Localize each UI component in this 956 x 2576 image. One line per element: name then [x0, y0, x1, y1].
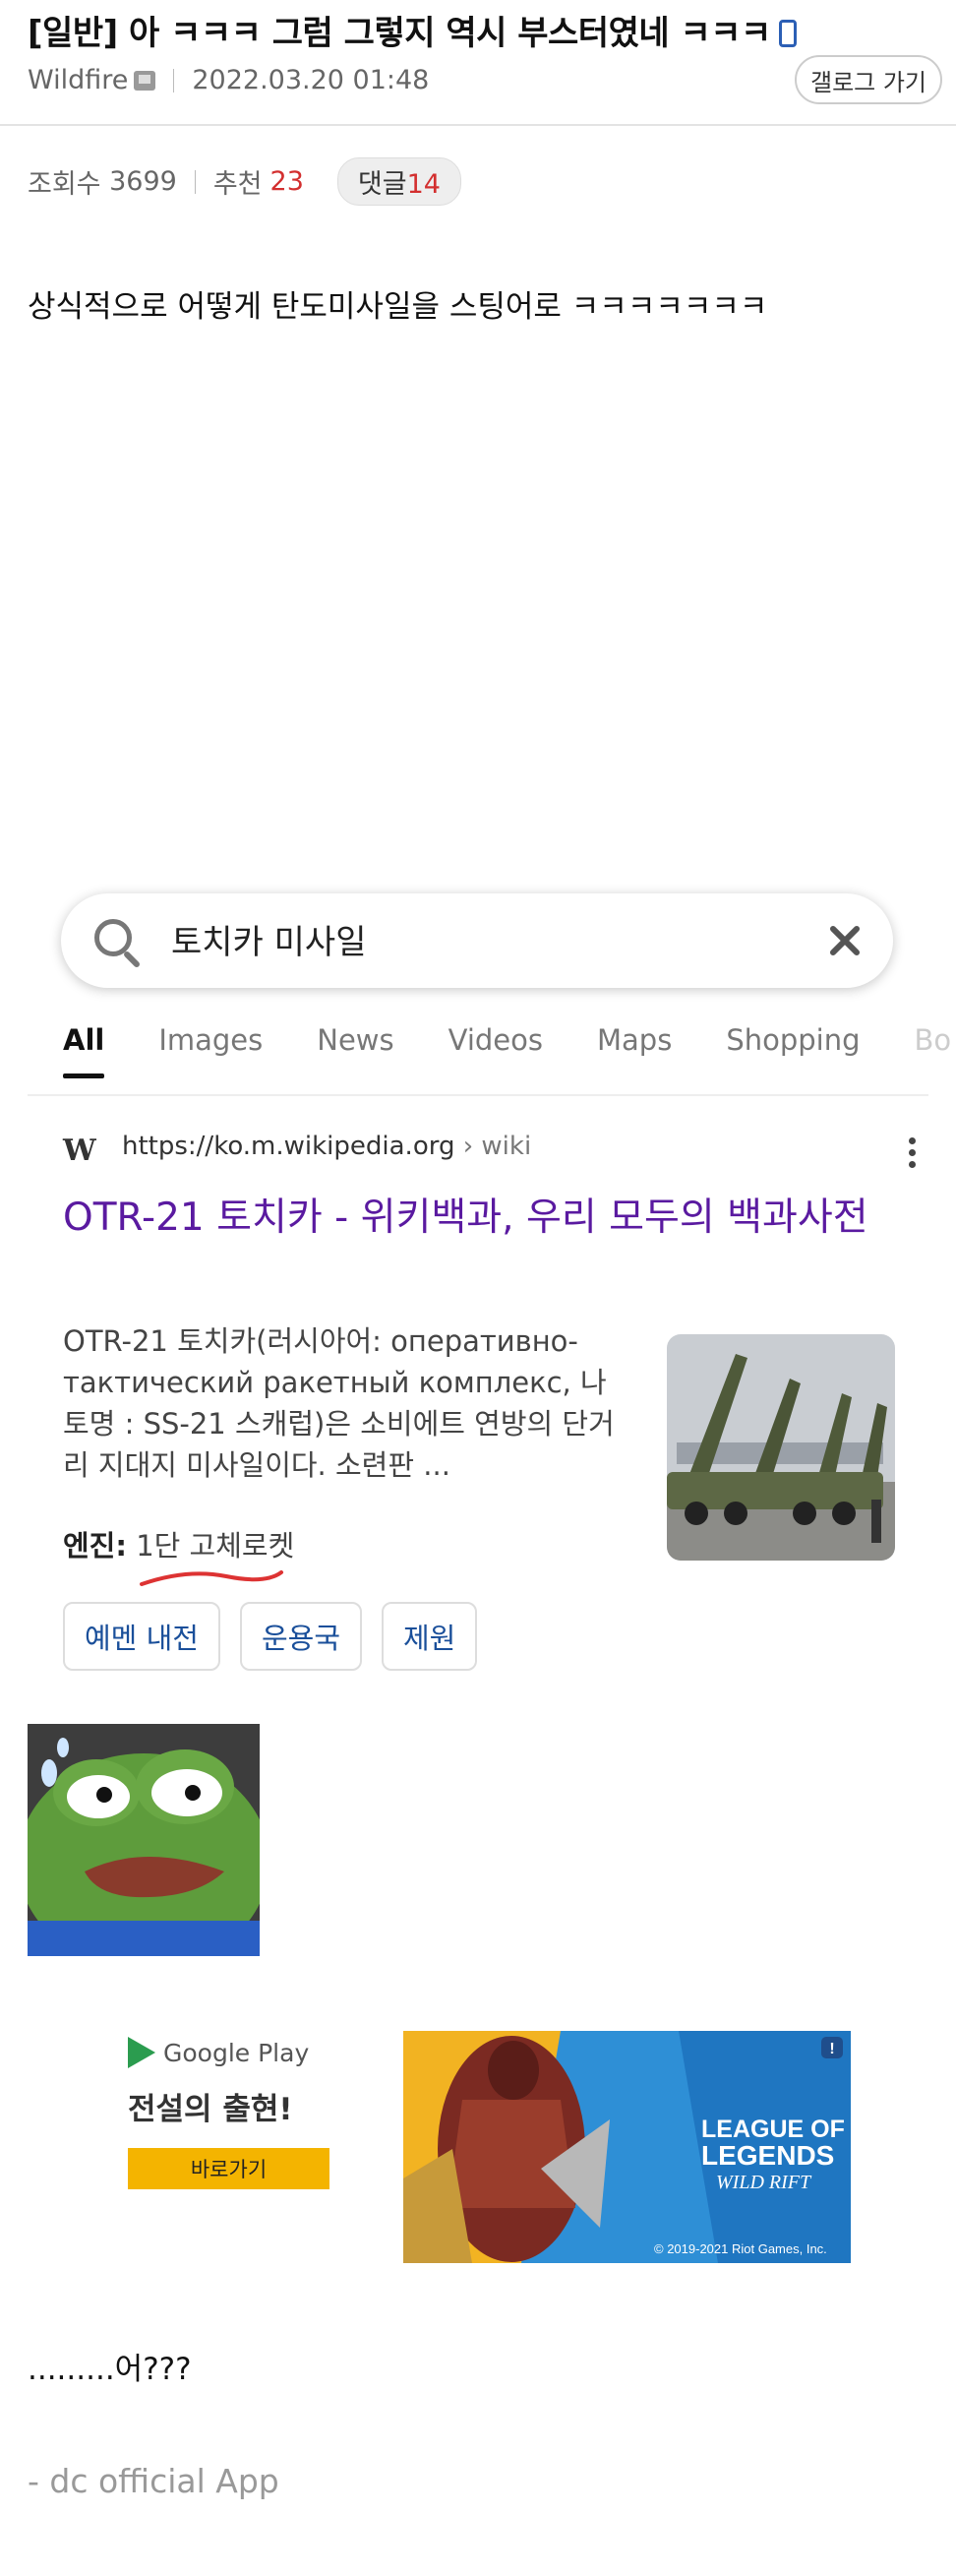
post-title-text: [일반] 아 ㅋㅋㅋ 그럼 그렇지 역시 부스터였네 ㅋㅋㅋ [28, 14, 771, 53]
comments-count: 14 [406, 169, 441, 200]
post-meta: Wildfire 2022.03.20 01:48 [28, 65, 429, 95]
post-stats: 조회수 3699 추천 23 댓글14 [28, 157, 461, 206]
divider [194, 169, 196, 194]
app-signature: - dc official App [28, 2462, 279, 2500]
result-url: https://ko.m.wikipedia.org › wiki [122, 1132, 531, 1161]
post-body-line: .........어??? [28, 2352, 192, 2387]
wikipedia-icon: W [63, 1134, 96, 1168]
brand-line-1: LEAGUE OF [701, 2116, 845, 2143]
recommend-count: 23 [269, 166, 304, 197]
tab-images: Images [158, 1023, 264, 1057]
svg-text:!: ! [829, 2041, 834, 2057]
post-body-line: 상식적으로 어떻게 탄도미사일을 스팅어로 ㅋㅋㅋㅋㅋㅋㅋ [28, 289, 768, 325]
result-chips: 예멘 내전 운용국 제원 [63, 1602, 497, 1671]
pepe-sticker-image [18, 1724, 269, 1970]
tab-shopping: Shopping [726, 1023, 861, 1057]
comments-label: 댓글 [357, 169, 407, 200]
tab-news: News [317, 1023, 394, 1057]
mobile-phone-icon [778, 20, 797, 47]
views-count: 3699 [109, 166, 177, 197]
recommend-label: 추천 [212, 169, 263, 200]
tab-videos: Videos [448, 1023, 544, 1057]
post-date: 2022.03.20 01:48 [192, 65, 430, 95]
search-tabs: All Images News Videos Maps Shopping Bo [63, 1023, 956, 1078]
gallog-button[interactable]: 갤로그 가기 [795, 55, 942, 104]
ad-copyright: © 2019-2021 Riot Games, Inc. [654, 2241, 827, 2256]
google-play-icon [128, 2037, 155, 2068]
header-divider [0, 124, 956, 126]
engine-value: 1단 고체로켓 [136, 1529, 295, 1563]
google-play-logo: Google Play [128, 2037, 344, 2068]
chip-operators: 운용국 [239, 1602, 362, 1671]
post-title: [일반] 아 ㅋㅋㅋ 그럼 그렇지 역시 부스터였네 ㅋㅋㅋ [28, 6, 797, 54]
ad-go-button[interactable]: 바로가기 [128, 2148, 329, 2189]
result-title: OTR-21 토치카 - 위키백과, 우리 모두의 백과사전 [63, 1196, 868, 1240]
author-name[interactable]: Wildfire [28, 65, 128, 95]
engine-label: 엔진: [63, 1529, 127, 1563]
search-bar: 토치카 미사일 [61, 893, 893, 988]
chip-specs: 제원 [382, 1602, 478, 1671]
tab-maps: Maps [597, 1023, 673, 1057]
result-url-domain: https://ko.m.wikipedia.org [122, 1132, 455, 1161]
search-screenshot: 토치카 미사일 All Images News Videos Maps Shop… [28, 886, 951, 1687]
tab-all: All [63, 1023, 105, 1078]
comments-button[interactable]: 댓글14 [336, 157, 461, 206]
more-options-icon [909, 1137, 917, 1173]
store-name: Google Play [163, 2038, 310, 2067]
member-badge-icon [134, 70, 156, 91]
brand-line-3: WILD RIFT [716, 2172, 812, 2193]
divider [173, 68, 175, 92]
search-icon [94, 919, 132, 956]
search-query: 토치카 미사일 [171, 923, 367, 962]
result-engine: 엔진: 1단 고체로켓 [63, 1523, 294, 1564]
tabs-divider [28, 1094, 928, 1096]
chip-yemen-war: 예멘 내전 [63, 1602, 220, 1671]
missile-launcher-image [667, 1334, 895, 1561]
league-of-legends-ad-image[interactable]: ! LEAGUE OF LEGENDS WILD RIFT © 2019-202… [403, 2031, 851, 2263]
tab-books: Bo [914, 1023, 952, 1057]
red-underline-mark [140, 1570, 283, 1586]
ad-text-block: Google Play 전설의 출현! 바로가기 [128, 2037, 344, 2189]
result-url-crumb: › wiki [462, 1132, 532, 1161]
views-label: 조회수 [28, 169, 101, 200]
result-snippet: OTR-21 토치카(러시아어: оперативно-тактический … [63, 1324, 615, 1482]
ad-headline: 전설의 출현! [128, 2092, 293, 2127]
close-icon [822, 919, 866, 962]
brand-line-2: LEGENDS [701, 2140, 834, 2171]
